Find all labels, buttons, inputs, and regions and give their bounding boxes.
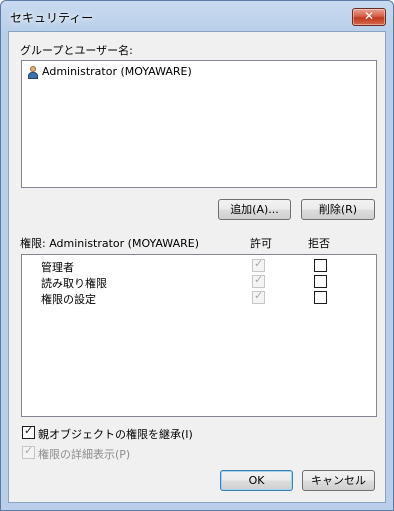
user-list-item[interactable]: Administrator (MOYAWARE) xyxy=(28,65,192,79)
check-icon: ✓ xyxy=(24,424,34,437)
allow-checkbox: ✓ xyxy=(252,257,265,272)
check-icon: ✓ xyxy=(254,257,264,270)
allow-checkbox: ✓ xyxy=(252,289,265,304)
security-dialog: セキュリティー ✕ グループとユーザー名: Administrator (MOY… xyxy=(0,0,394,511)
window-title: セキュリティー xyxy=(10,11,94,25)
users-label: グループとユーザー名: xyxy=(20,44,133,57)
permission-name: 管理者 xyxy=(41,261,74,274)
user-name: Administrator (MOYAWARE) xyxy=(42,65,192,78)
deny-checkbox[interactable] xyxy=(314,291,327,304)
check-icon: ✓ xyxy=(24,444,34,457)
close-button[interactable]: ✕ xyxy=(352,8,386,26)
detail-label: 権限の詳細表示(P) xyxy=(38,448,131,461)
dialog-body: グループとユーザー名: Administrator (MOYAWARE) 追加(… xyxy=(8,31,386,503)
deny-header: 拒否 xyxy=(308,237,330,250)
permission-name: 読み取り権限 xyxy=(41,277,107,290)
check-icon: ✓ xyxy=(254,273,264,286)
remove-button[interactable]: 削除(R) xyxy=(301,199,375,220)
user-icon xyxy=(28,65,38,79)
add-button[interactable]: 追加(A)... xyxy=(218,199,291,220)
users-list[interactable]: Administrator (MOYAWARE) xyxy=(21,60,377,188)
close-icon: ✕ xyxy=(363,9,375,23)
inherit-label[interactable]: 親オブジェクトの権限を継承(I) xyxy=(38,426,193,442)
permissions-list: 管理者 ✓ 読み取り権限 ✓ 権限の設定 ✓ xyxy=(21,254,377,417)
permissions-title: 権限: Administrator (MOYAWARE) xyxy=(20,237,199,250)
detail-checkbox: ✓ xyxy=(22,444,35,459)
deny-checkbox[interactable] xyxy=(314,259,327,272)
check-icon: ✓ xyxy=(254,289,264,302)
permission-name: 権限の設定 xyxy=(41,293,96,306)
allow-header: 許可 xyxy=(250,237,272,250)
title-bar[interactable]: セキュリティー ✕ xyxy=(1,1,393,31)
cancel-button[interactable]: キャンセル xyxy=(302,470,375,491)
deny-checkbox[interactable] xyxy=(314,275,327,288)
inherit-checkbox[interactable]: ✓ xyxy=(22,424,35,439)
ok-button[interactable]: OK xyxy=(220,470,293,491)
allow-checkbox: ✓ xyxy=(252,273,265,288)
